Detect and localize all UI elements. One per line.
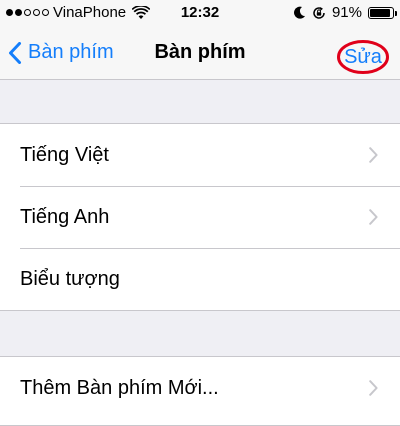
list-item-label: Tiếng Việt <box>20 143 109 166</box>
add-keyboard-group: Thêm Bàn phím Mới... <box>0 356 400 426</box>
chevron-right-icon <box>369 380 378 396</box>
edit-button-label: Sửa <box>344 45 382 68</box>
list-item-emoji-keyboard[interactable]: Biểu tượng <box>0 248 400 310</box>
list-item-label: Tiếng Anh <box>20 205 110 228</box>
navigation-bar: Bàn phím Bàn phím Sửa <box>0 26 400 80</box>
edit-button[interactable]: Sửa <box>337 40 389 74</box>
keyboard-list: Tiếng Việt Tiếng Anh Biểu tượng <box>0 123 400 311</box>
list-item-vietnamese-keyboard[interactable]: Tiếng Việt <box>0 124 400 186</box>
list-item-label: Biểu tượng <box>20 267 120 290</box>
list-item-english-keyboard[interactable]: Tiếng Anh <box>0 186 400 248</box>
status-right: 91% <box>293 4 397 21</box>
battery-fill <box>370 8 391 17</box>
status-bar: VinaPhone 12:32 91% <box>0 0 400 26</box>
rotation-lock-icon <box>313 6 325 19</box>
add-new-keyboard-button[interactable]: Thêm Bàn phím Mới... <box>0 357 400 419</box>
battery-percentage: 91% <box>331 4 362 21</box>
chevron-right-icon <box>369 147 378 163</box>
chevron-right-icon <box>369 209 378 225</box>
battery-icon <box>368 6 397 19</box>
list-item-label: Thêm Bàn phím Mới... <box>20 376 219 399</box>
moon-icon <box>293 6 305 19</box>
